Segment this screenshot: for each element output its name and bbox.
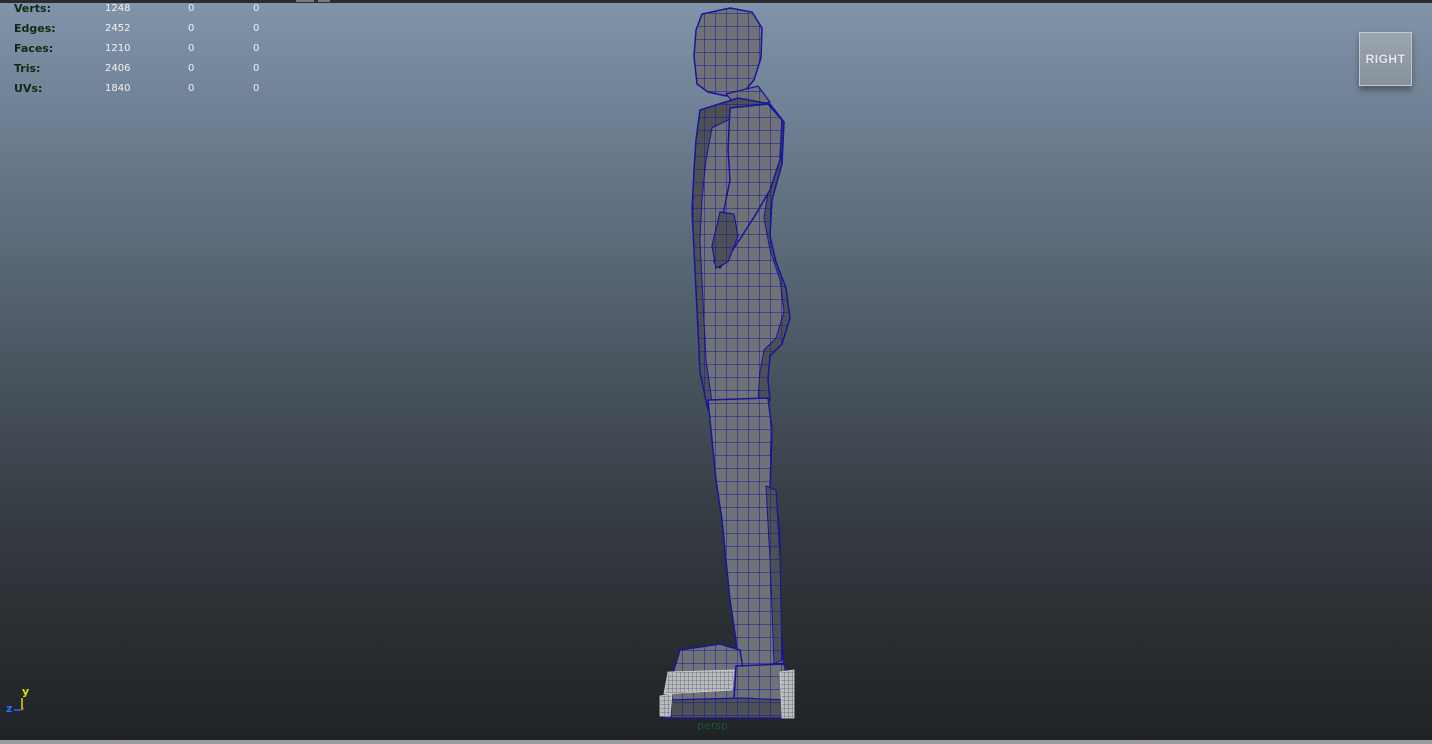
ground-grid-back — [659, 693, 673, 717]
stat-value-selected: 0 — [188, 83, 195, 94]
stat-row-tris: Tris: 2406 0 0 — [0, 60, 280, 80]
poly-count-hud: Verts: 1248 0 0 Edges: 2452 0 0 Faces: 1… — [0, 0, 280, 100]
stat-row-verts: Verts: 1248 0 0 — [0, 0, 280, 20]
mesh-head — [693, 7, 763, 97]
stat-label: Edges: — [14, 22, 56, 35]
stat-row-edges: Edges: 2452 0 0 — [0, 20, 280, 40]
top-tab-marker — [296, 0, 314, 2]
stat-value-selected: 0 — [188, 63, 195, 74]
stat-value-component: 0 — [253, 63, 260, 74]
stat-value-component: 0 — [253, 83, 260, 94]
stat-value-selected: 0 — [188, 3, 195, 14]
ground-grid-heel — [779, 669, 795, 719]
stat-row-uvs: UVs: 1840 0 0 — [0, 80, 280, 100]
ground-grid-front — [663, 669, 735, 695]
stat-value-component: 0 — [253, 23, 260, 34]
view-cube-label: RIGHT — [1365, 52, 1406, 66]
camera-name-label: persp — [697, 719, 728, 732]
view-cube-icon[interactable]: RIGHT — [1359, 32, 1412, 86]
viewport-bottom-border — [0, 740, 1432, 744]
stat-label: UVs: — [14, 82, 43, 95]
stat-value-selected: 0 — [188, 23, 195, 34]
stat-value-object: 1840 — [105, 83, 131, 94]
viewport-persp[interactable]: Verts: 1248 0 0 Edges: 2452 0 0 Faces: 1… — [0, 0, 1432, 744]
stat-value-object: 1248 — [105, 3, 131, 14]
stat-value-object: 2406 — [105, 63, 131, 74]
stat-value-object: 2452 — [105, 23, 131, 34]
stat-value-object: 1210 — [105, 43, 131, 54]
stat-label: Verts: — [14, 2, 52, 15]
axis-z-label: z — [6, 702, 12, 715]
stat-label: Faces: — [14, 42, 54, 55]
axis-y-label: y — [22, 685, 29, 698]
stat-value-component: 0 — [253, 43, 260, 54]
stat-value-selected: 0 — [188, 43, 195, 54]
axis-gizmo-icon: y z — [6, 685, 29, 715]
mannequin-mesh[interactable] — [640, 0, 810, 730]
top-tab-marker — [318, 0, 330, 2]
stat-label: Tris: — [14, 62, 41, 75]
stat-value-component: 0 — [253, 3, 260, 14]
mesh-sole — [663, 697, 791, 719]
stat-row-faces: Faces: 1210 0 0 — [0, 40, 280, 60]
